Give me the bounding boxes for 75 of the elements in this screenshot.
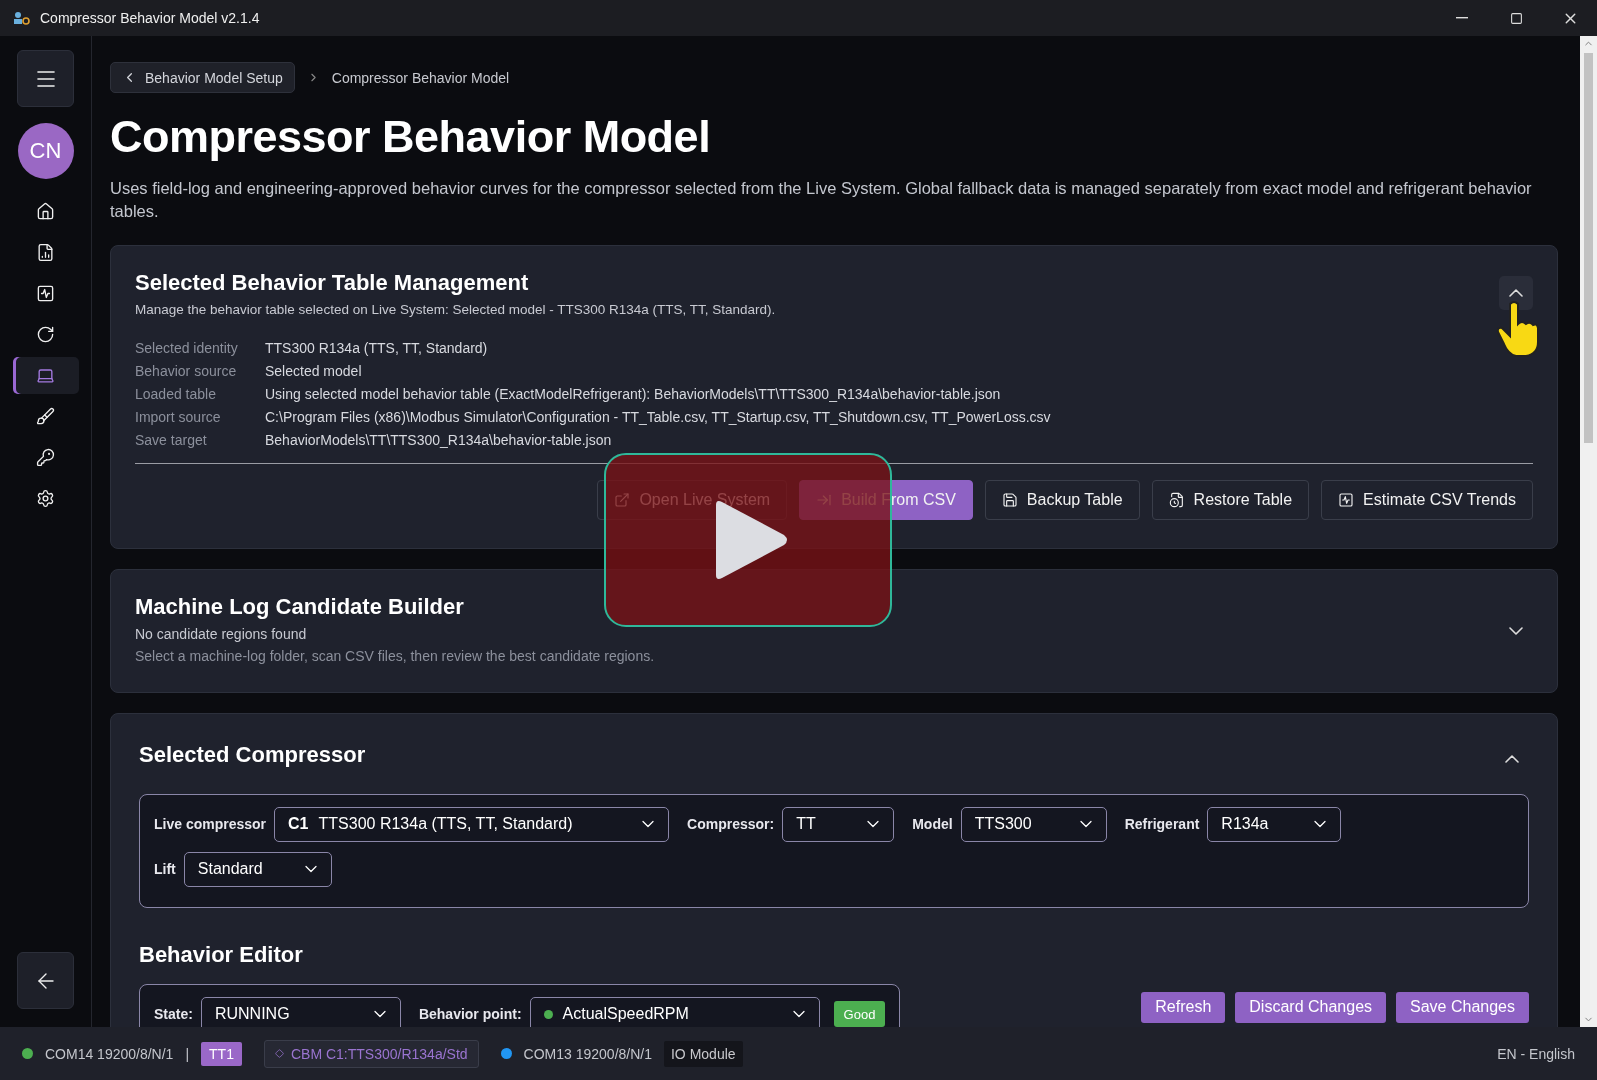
chevron-down-icon bbox=[1509, 626, 1523, 635]
rotate-icon bbox=[36, 325, 55, 344]
model-tag-text: CBM C1:TTS300/R134a/Std bbox=[290, 1045, 468, 1062]
file-clock-icon bbox=[1168, 491, 1185, 508]
activity-icon bbox=[1338, 491, 1355, 508]
chevron-up-icon bbox=[1505, 754, 1519, 763]
detail-value: C:\Program Files (x86)\Modbus Simulator\Configuration - TT_Table.csv, TT_Startup.csv, TT_Shutdown.csv, TT_PowerLoss.csv bbox=[265, 407, 1052, 426]
quality-badge: Good bbox=[833, 1001, 886, 1027]
detail-label: Selected identity bbox=[135, 338, 239, 357]
detail-label: Import source bbox=[135, 407, 222, 426]
field-label: Lift bbox=[154, 861, 176, 878]
minimize-icon bbox=[1456, 17, 1468, 19]
detail-label: Behavior source bbox=[135, 361, 238, 380]
diamond-icon bbox=[274, 1049, 284, 1058]
field-label: Model bbox=[912, 816, 953, 833]
field-label: Live compressor bbox=[154, 816, 267, 833]
avatar: CN bbox=[17, 123, 74, 179]
badge: TT1 bbox=[201, 1041, 242, 1066]
module-label: IO Module bbox=[664, 1040, 743, 1067]
field-label: Compressor: bbox=[687, 816, 775, 833]
field-label: State: bbox=[154, 1006, 193, 1023]
detail-value: TTS300 R134a (TTS, TT, Standard) bbox=[265, 338, 489, 357]
breadcrumb-back-button[interactable]: Behavior Model Setup bbox=[110, 62, 295, 93]
separator: | bbox=[185, 1045, 190, 1062]
page-description: Uses field-log and engineering-approved behavior curves for the compressor selected from the Live System. Global fallback data is managed separately from exact model and refrigerant behavior tables. bbox=[110, 177, 1533, 222]
section-title: Behavior Editor bbox=[139, 941, 304, 968]
maximize-icon bbox=[1509, 11, 1523, 25]
back-button[interactable] bbox=[17, 952, 74, 1009]
page-title: Compressor Behavior Model bbox=[110, 111, 712, 163]
scrollbar[interactable] bbox=[1580, 36, 1597, 1027]
menu-button[interactable] bbox=[17, 50, 74, 107]
dropdown[interactable]: C1 TTS300 R134a (TTS, TT, Standard) bbox=[274, 806, 670, 842]
panel-title: Machine Log Candidate Builder bbox=[135, 593, 465, 620]
brush-icon bbox=[36, 407, 55, 426]
activity-icon bbox=[36, 284, 55, 303]
hand-pointer-icon bbox=[1496, 300, 1540, 358]
detail-label: Loaded table bbox=[135, 384, 217, 403]
action-button[interactable]: Discard Changes bbox=[1235, 991, 1387, 1023]
scrollbar-thumb[interactable] bbox=[1584, 53, 1593, 443]
detail-value: BehaviorModels\TT\TTS300_R134a\behavior-table.json bbox=[265, 430, 613, 449]
dropdown[interactable]: ActualSpeedRPM bbox=[529, 996, 820, 1027]
port-text: COM14 19200/8/N/1 bbox=[45, 1045, 174, 1062]
dropdown[interactable]: R134a bbox=[1207, 806, 1342, 842]
panel-title: Selected Compressor bbox=[139, 741, 366, 768]
field-label: Refrigerant bbox=[1124, 816, 1200, 833]
dropdown[interactable]: TT bbox=[782, 806, 895, 842]
app-logo-icon bbox=[12, 10, 30, 26]
dropdown[interactable]: Standard bbox=[183, 851, 332, 887]
laptop-icon bbox=[36, 366, 55, 385]
chart-file-icon bbox=[36, 243, 55, 262]
field-label: Behavior point: bbox=[418, 1006, 522, 1023]
window-title: Compressor Behavior Model v2.1.4 bbox=[40, 10, 261, 26]
hint-text: Select a machine-log folder, scan CSV files, then review the best candidate regions. bbox=[135, 647, 655, 664]
home-icon bbox=[36, 202, 55, 221]
chevron-up-icon bbox=[1509, 288, 1523, 297]
action-button[interactable]: Estimate CSV Trends bbox=[1321, 479, 1533, 520]
settings-icon bbox=[36, 489, 55, 508]
language-selector[interactable]: EN - English bbox=[1497, 1045, 1575, 1062]
detail-label: Save target bbox=[135, 430, 208, 449]
key-icon bbox=[36, 448, 55, 467]
panel-subtitle: Manage the behavior table selected on Live System: Selected model - TTS300 R134a (TTS, TT, Standard). bbox=[135, 301, 776, 317]
action-button[interactable]: Refresh bbox=[1141, 991, 1226, 1023]
detail-value: Selected model bbox=[265, 361, 363, 380]
status-text: No candidate regions found bbox=[135, 625, 308, 642]
dropdown[interactable]: RUNNING bbox=[200, 996, 401, 1027]
port-text: COM13 19200/8/N/1 bbox=[523, 1045, 652, 1062]
dropdown[interactable]: TTS300 bbox=[960, 806, 1107, 842]
panel-title: Selected Behavior Table Management bbox=[135, 269, 530, 296]
save-icon bbox=[1001, 491, 1018, 508]
breadcrumb-current: Compressor Behavior Model bbox=[331, 69, 510, 86]
detail-value: Using selected model behavior table (ExactModelRefrigerant): BehaviorModels\TT\TTS300_R134a\behavior-table.json bbox=[265, 384, 1002, 403]
action-button[interactable]: Save Changes bbox=[1396, 991, 1529, 1023]
collapse-button[interactable] bbox=[1499, 275, 1533, 310]
action-button[interactable]: Backup Table bbox=[984, 479, 1140, 520]
action-button[interactable]: Restore Table bbox=[1151, 479, 1310, 520]
